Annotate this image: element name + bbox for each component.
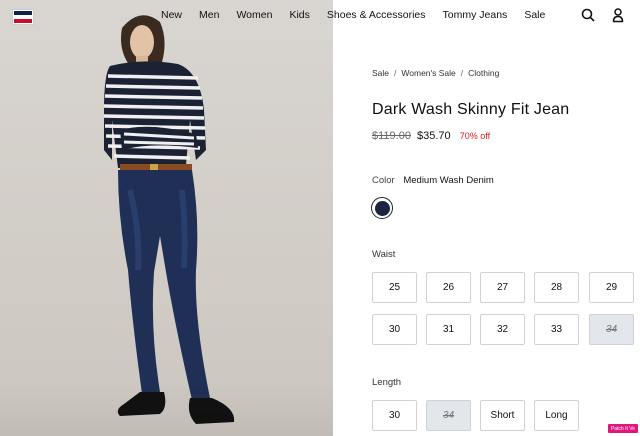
waist-size-33[interactable]: 33 <box>534 314 579 345</box>
discount-badge: 70% off <box>459 131 491 141</box>
model-illustration <box>103 15 235 424</box>
sale-price: $35.70 <box>417 130 451 142</box>
brand-logo[interactable] <box>13 10 33 24</box>
length-30[interactable]: 30 <box>372 400 417 431</box>
original-price: $119.00 <box>372 130 411 142</box>
color-label: Color <box>372 175 395 186</box>
length-label: Length <box>372 377 402 388</box>
nav-item-kids[interactable]: Kids <box>289 9 309 21</box>
nav-item-new[interactable]: New <box>161 9 182 21</box>
length-short[interactable]: Short <box>480 400 525 431</box>
waist-size-28[interactable]: 28 <box>534 272 579 303</box>
length-long[interactable]: Long <box>534 400 579 431</box>
waist-size-31[interactable]: 31 <box>426 314 471 345</box>
waist-size-34-unavailable[interactable]: 34 <box>589 314 634 345</box>
waist-size-27[interactable]: 27 <box>480 272 525 303</box>
breadcrumb-clothing[interactable]: Clothing <box>468 68 499 78</box>
breadcrumb-womens-sale[interactable]: Women's Sale <box>401 68 455 78</box>
product-details: Sale / Women's Sale / Clothing Dark Wash Ski… <box>333 0 640 436</box>
waist-size-30[interactable]: 30 <box>372 314 417 345</box>
length-34-unavailable[interactable]: 34 <box>426 400 471 431</box>
product-title: Dark Wash Skinny Fit Jean <box>372 101 570 118</box>
swatch-fill <box>374 200 390 216</box>
waist-size-26[interactable]: 26 <box>426 272 471 303</box>
nav-item-men[interactable]: Men <box>199 9 219 21</box>
patch-badge[interactable]: Patch It Ve <box>608 424 638 433</box>
product-image[interactable] <box>0 0 333 436</box>
waist-size-25[interactable]: 25 <box>372 272 417 303</box>
breadcrumb-sale[interactable]: Sale <box>372 68 389 78</box>
color-swatch-medium-wash-denim[interactable] <box>371 197 393 219</box>
color-value: Medium Wash Denim <box>403 175 494 186</box>
waist-size-29[interactable]: 29 <box>589 272 634 303</box>
color-row: Color Medium Wash Denim <box>372 175 494 186</box>
price-row: $119.00 $35.70 70% off <box>372 130 490 142</box>
nav-item-women[interactable]: Women <box>236 9 272 21</box>
waist-size-32[interactable]: 32 <box>480 314 525 345</box>
waist-label: Waist <box>372 249 396 260</box>
breadcrumb: Sale / Women's Sale / Clothing <box>372 68 500 78</box>
